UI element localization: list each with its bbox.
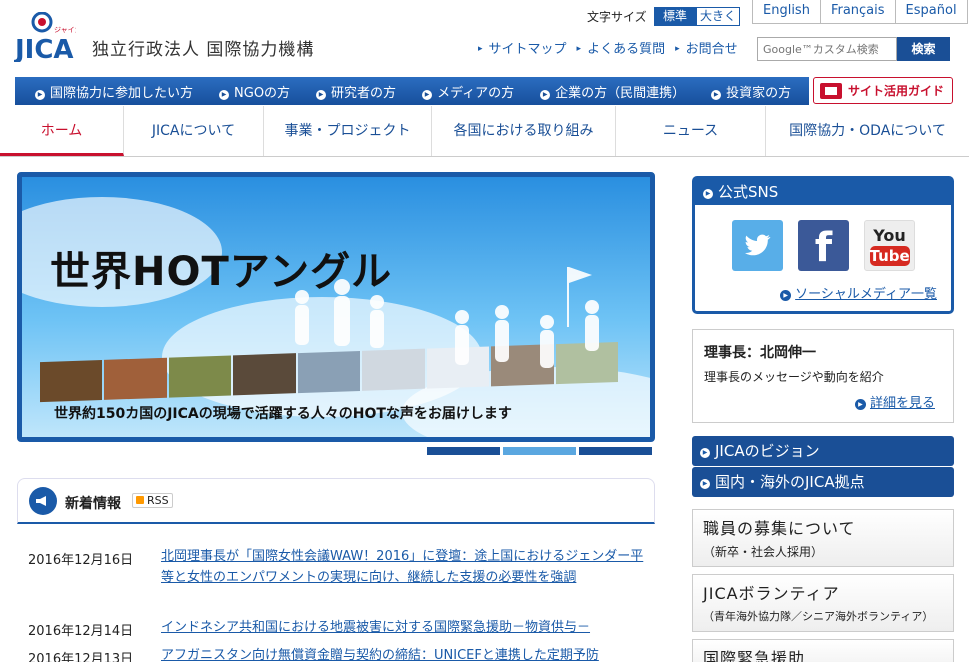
volunteer-title: JICAボランティア [703,584,840,603]
president-more-link[interactable]: ▶ 詳細を見る [854,392,935,411]
news-date: 2016年12月16日 [28,553,134,568]
audience-link-investor[interactable]: 投資家の方 [711,82,791,101]
banner-pager-dot[interactable] [579,447,652,455]
president-desc: 理事長のメッセージや動向を紹介 [704,370,884,384]
tab-countries[interactable]: 各国における取り組み [432,106,616,156]
emergency-relief-title: 国際緊急援助 [703,649,806,662]
megaphone-icon [29,487,57,515]
emergency-relief-link[interactable]: 国際緊急援助 [692,639,954,662]
tab-projects[interactable]: 事業・プロジェクト [264,106,432,156]
youtube-icon[interactable]: You Tube [864,220,915,271]
search-button[interactable]: 検索 [897,37,950,61]
font-size-large-button[interactable]: 大きく [696,7,740,26]
social-media-list-link[interactable]: ▶ ソーシャルメディア一覧 [780,283,937,302]
banner-photo [40,359,103,403]
arrow-icon: ▶ [854,399,866,410]
tab-news[interactable]: ニュース [616,106,766,156]
news-header: 新着情報 RSS [17,478,655,524]
lang-english-link[interactable]: English [753,0,820,23]
tab-about[interactable]: JICAについて [124,106,264,156]
sns-box: ▶ 公式SNS f You Tube ▶ ソーシャルメディア一覧 [692,176,954,314]
recruitment-sub: （新卒・社会人採用） [703,545,824,559]
news-date: 2016年12月14日 [28,624,134,639]
faq-link[interactable]: よくある質問 [577,38,665,57]
lang-spanish-link[interactable]: Español [894,0,967,23]
font-size-standard-button[interactable]: 標準 [654,7,696,26]
recruitment-title: 職員の募集について [703,519,856,538]
banner-photo [104,357,167,400]
facebook-icon[interactable]: f [798,220,849,271]
hero-banner[interactable]: 世界HOTアングル 世界約150カ国のJICAの現場で活躍する人々のHOTな声を… [17,172,655,442]
sns-header: ▶ 公式SNS [695,179,951,205]
audience-link-media[interactable]: メディアの方 [422,82,514,101]
rss-link[interactable]: RSS [132,493,173,508]
youtube-label-top: You [873,226,906,245]
tab-home[interactable]: ホーム [0,106,124,156]
jica-logo[interactable]: ジャイカ JICA [13,11,82,65]
news-link[interactable]: 北岡理事長が「国際女性会議WAW！2016」に登壇：途上国におけるジェンダー平等… [161,546,647,588]
site-guide-label: サイト活用ガイド [848,84,945,98]
president-title: 理事長：北岡伸一 [704,345,816,361]
news-link[interactable]: アフガニスタン向け無償資金贈与契約の締結：UNICEFと連携した定期予防 [161,645,647,662]
site-guide-button[interactable]: サイト活用ガイド [813,77,953,104]
banner-subtitle: 世界約150カ国のJICAの現場で活躍する人々のHOTな声をお届けします [54,406,512,422]
tab-oda[interactable]: 国際協力・ODAについて [766,106,969,156]
logo-sub-text: ジャイカ [54,26,76,34]
logo-text: JICA [14,35,74,62]
vision-link[interactable]: ▶ JICAのビジョン [692,436,954,466]
language-bar: English Français Español [752,0,968,24]
sitemap-link[interactable]: サイトマップ [478,38,567,57]
audience-link-researcher[interactable]: 研究者の方 [316,82,396,101]
utility-links: サイトマップ よくある質問 お問合せ [478,38,738,57]
banner-pager-dot[interactable] [427,447,500,455]
audience-bar: 国際協力に参加したい方 NGOの方 研究者の方 メディアの方 企業の方（民間連携… [15,77,809,105]
audience-link-ngo[interactable]: NGOの方 [219,82,290,101]
offices-link[interactable]: ▶ 国内・海外のJICA拠点 [692,467,954,497]
lang-french-link[interactable]: Français [819,0,895,23]
arrow-icon: ▶ [700,479,710,489]
arrow-icon: ▶ [703,189,713,199]
audience-link-business[interactable]: 企業の方（民間連携） [540,82,685,101]
banner-pager-dot-active[interactable] [503,447,576,455]
youtube-label-bottom: Tube [869,246,910,266]
font-size-label: 文字サイズ [587,10,647,24]
recruitment-link[interactable]: 職員の募集について （新卒・社会人採用） [692,509,954,567]
book-icon [820,82,842,99]
arrow-icon: ▶ [780,290,792,301]
org-name: 独立行政法人 国際協力機構 [92,40,315,60]
volunteer-link[interactable]: JICAボランティア （青年海外協力隊／シニア海外ボランティア） [692,574,954,632]
main-nav: ホーム JICAについて 事業・プロジェクト 各国における取り組み ニュース 国… [0,106,969,157]
banner-pager [427,447,652,455]
arrow-icon: ▶ [700,448,710,458]
news-title: 新着情報 [65,496,121,512]
contact-link[interactable]: お問合せ [675,38,738,57]
people-silhouettes [295,267,599,368]
president-box: 理事長：北岡伸一 理事長のメッセージや動向を紹介 ▶ 詳細を見る [692,329,954,423]
volunteer-sub: （青年海外協力隊／シニア海外ボランティア） [703,610,934,623]
twitter-icon[interactable] [732,220,783,271]
banner-photo [168,355,232,398]
sns-title: 公式SNS [718,183,779,201]
search-input[interactable] [757,37,897,61]
news-date: 2016年12月13日 [28,652,134,662]
audience-link-participate[interactable]: 国際協力に参加したい方 [35,82,193,101]
news-link[interactable]: インドネシア共和国における地震被害に対する国際緊急援助－物資供与－ [161,617,647,638]
